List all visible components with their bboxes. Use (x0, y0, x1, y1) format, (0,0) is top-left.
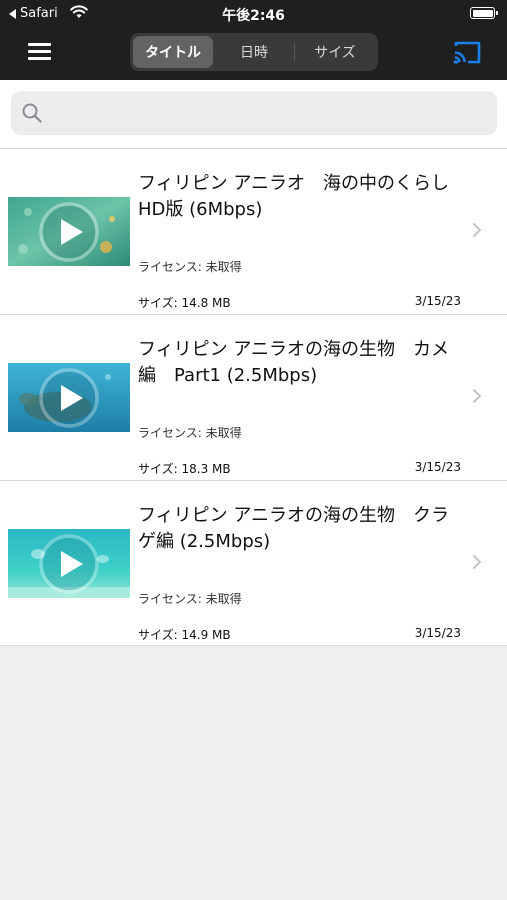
search-input[interactable] (51, 91, 481, 135)
video-title: フィリピン アニラオの海の生物 カメ編 Part1 (2.5Mbps) (138, 339, 449, 386)
video-thumbnail[interactable] (8, 363, 130, 432)
video-date: 3/15/23 (414, 460, 461, 474)
hamburger-menu-icon (28, 43, 51, 46)
file-size: サイズ: 14.8 MB (138, 296, 231, 310)
search-area (0, 80, 507, 148)
sort-by-size-tab[interactable]: サイズ (295, 36, 375, 68)
video-thumbnail[interactable] (8, 197, 130, 266)
license-status: ライセンス: 未取得 (138, 426, 242, 440)
status-time: 午後2:46 (222, 8, 285, 24)
sort-segmented-control: タイトル 日時 サイズ (130, 33, 378, 71)
video-row[interactable]: フィリピン アニラオの海の生物 カメ編 Part1 (2.5Mbps) ライセン… (0, 314, 507, 480)
video-list: フィリピン アニラオ 海の中のくらし HD版 (6Mbps) ライセンス: 未取… (0, 148, 507, 646)
license-status: ライセンス: 未取得 (138, 260, 242, 274)
cast-icon (453, 41, 481, 64)
chevron-right-icon (473, 223, 481, 237)
search-bar[interactable] (11, 91, 497, 135)
sort-by-title-tab[interactable]: タイトル (133, 36, 213, 68)
video-thumbnail[interactable] (8, 529, 130, 598)
chevron-right-icon (473, 555, 481, 569)
menu-button[interactable] (28, 43, 51, 60)
license-status: ライセンス: 未取得 (138, 592, 242, 606)
status-bar: Safari 午後2:46 (0, 0, 507, 28)
video-title: フィリピン アニラオの海の生物 クラゲ編 (2.5Mbps) (138, 505, 449, 552)
navigation-bar: Safari 午後2:46 タイトル 日時 サイズ (0, 0, 507, 80)
video-date: 3/15/23 (414, 294, 461, 308)
video-title: フィリピン アニラオ 海の中のくらし HD版 (6Mbps) (138, 173, 467, 220)
chevron-right-icon (473, 389, 481, 403)
video-date: 3/15/23 (414, 626, 461, 640)
video-row[interactable]: フィリピン アニラオ 海の中のくらし HD版 (6Mbps) ライセンス: 未取… (0, 148, 507, 314)
cast-button[interactable] (451, 38, 483, 66)
file-size: サイズ: 18.3 MB (138, 462, 231, 476)
sort-by-date-tab[interactable]: 日時 (214, 36, 294, 68)
file-size: サイズ: 14.9 MB (138, 628, 231, 642)
video-row[interactable]: フィリピン アニラオの海の生物 クラゲ編 (2.5Mbps) ライセンス: 未取… (0, 480, 507, 646)
search-icon (22, 103, 42, 123)
battery-icon (470, 7, 498, 19)
